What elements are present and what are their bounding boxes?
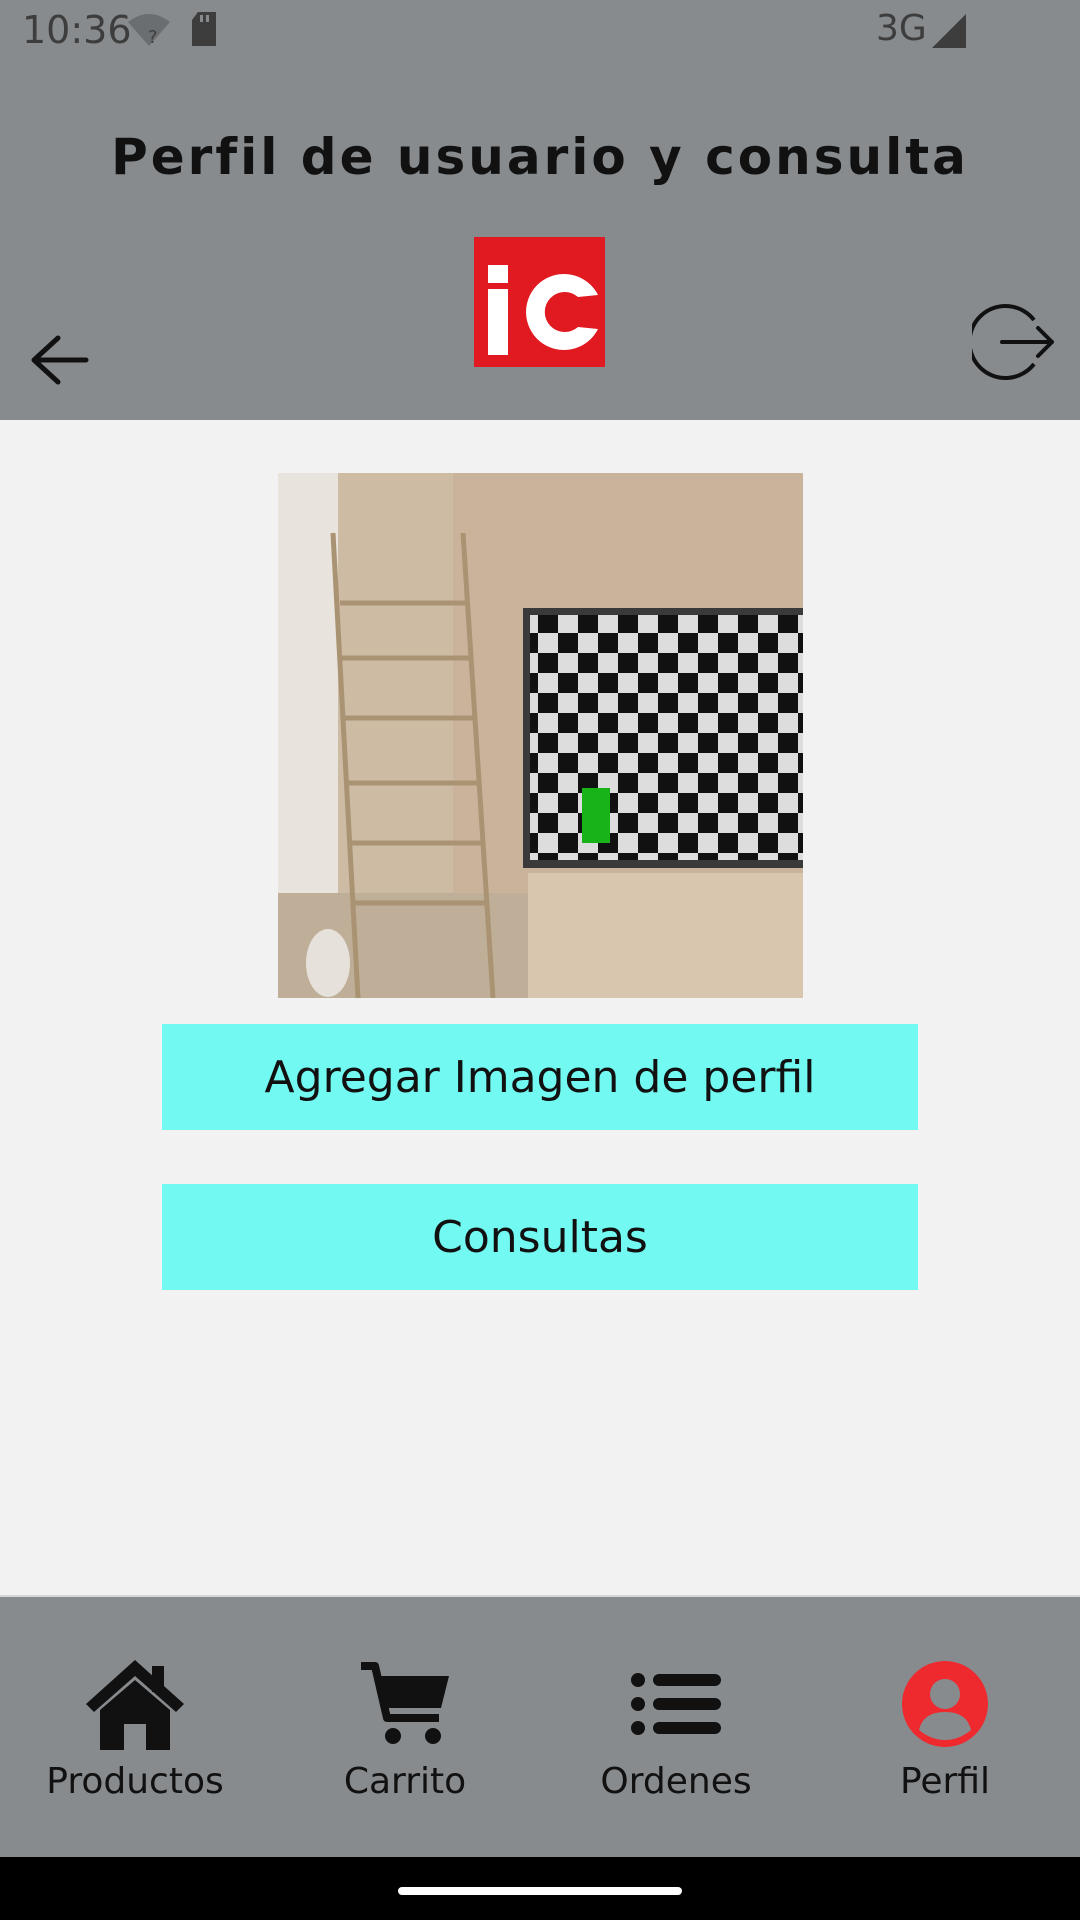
app-header: 10:36 ? 3G Perfil de usuario y consulta xyxy=(0,0,1080,420)
status-time: 10:36 xyxy=(22,8,132,52)
page-title: Perfil de usuario y consulta xyxy=(111,128,969,186)
arrow-left-icon xyxy=(31,335,89,385)
nav-item-ordenes[interactable]: Ordenes xyxy=(598,1597,754,1859)
nav-label-perfil: Perfil xyxy=(899,1761,991,1802)
cart-icon xyxy=(359,1659,451,1749)
consultas-button[interactable]: Consultas xyxy=(162,1184,918,1290)
logout-button[interactable] xyxy=(967,300,1056,384)
signal-icon xyxy=(932,14,968,52)
nav-label-productos: Productos xyxy=(46,1761,224,1802)
svg-text:?: ? xyxy=(148,27,158,48)
system-navigation-bar xyxy=(0,1857,1080,1920)
user-icon xyxy=(901,1659,989,1749)
wifi-icon: ? xyxy=(126,12,172,52)
nav-label-ordenes: Ordenes xyxy=(600,1761,752,1802)
add-profile-image-button[interactable]: Agregar Imagen de perfil xyxy=(162,1024,918,1130)
profile-image xyxy=(278,473,803,999)
home-icon xyxy=(84,1659,186,1750)
logout-icon xyxy=(967,304,1054,380)
bottom-navigation: Productos Carrito Ordenes Perfil xyxy=(0,1595,1080,1859)
nav-item-carrito[interactable]: Carrito xyxy=(330,1597,480,1859)
nav-item-productos[interactable]: Productos xyxy=(40,1597,230,1859)
back-button[interactable] xyxy=(28,334,92,386)
sd-card-icon xyxy=(190,12,218,50)
nav-item-perfil[interactable]: Perfil xyxy=(880,1597,1010,1859)
status-bar: 10:36 ? 3G xyxy=(0,0,1080,64)
list-icon xyxy=(631,1659,721,1749)
brand-logo xyxy=(474,237,605,367)
home-indicator[interactable] xyxy=(398,1887,682,1895)
network-type: 3G xyxy=(876,8,927,49)
nav-label-carrito: Carrito xyxy=(343,1761,467,1802)
